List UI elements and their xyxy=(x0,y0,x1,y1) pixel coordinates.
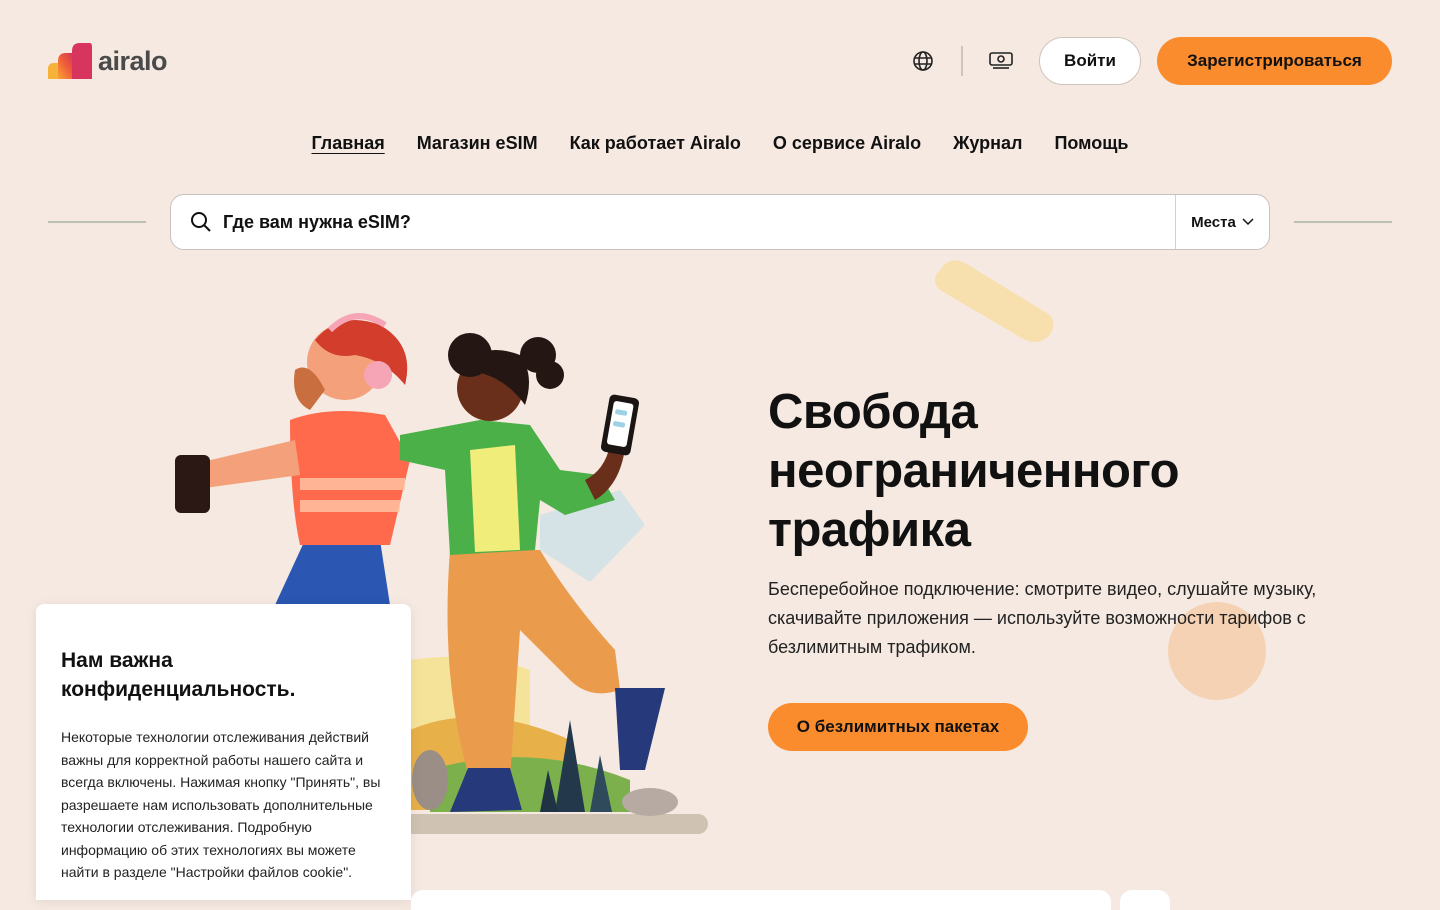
hero-title-line-3: трафика xyxy=(768,503,971,557)
cookie-banner: Нам важна конфиденциальность. Некоторые … xyxy=(36,604,411,900)
logo[interactable]: airalo xyxy=(48,42,168,80)
nav-item-about[interactable]: О сервисе Airalo xyxy=(773,133,921,154)
nav-item-esim-store[interactable]: Магазин eSIM xyxy=(417,133,538,154)
cookie-title: Нам важна конфиденциальность. xyxy=(61,649,296,701)
search-bar: Места xyxy=(170,194,1270,250)
decor-shape xyxy=(935,260,1054,342)
main-nav: Главная Магазин eSIM Как работает Airalo… xyxy=(0,133,1440,154)
globe-icon[interactable] xyxy=(909,47,937,75)
places-label: Места xyxy=(1191,213,1236,231)
login-button[interactable]: Войти xyxy=(1039,37,1141,85)
hero-title: Свобода неограниченного трафика xyxy=(768,383,1328,560)
airalo-logo-icon xyxy=(48,43,92,79)
nav-item-how-it-works[interactable]: Как работает Airalo xyxy=(570,133,741,154)
banknote-icon[interactable] xyxy=(987,47,1015,75)
hero-title-line-1: Свобода xyxy=(768,385,978,439)
nav-item-help[interactable]: Помощь xyxy=(1054,133,1128,154)
nav-item-blog[interactable]: Журнал xyxy=(953,133,1022,154)
search-decor-line-left xyxy=(48,221,146,223)
chevron-down-icon xyxy=(1242,218,1254,226)
search-input[interactable] xyxy=(221,210,1175,234)
unlimited-packages-button[interactable]: О безлимитных пакетах xyxy=(768,703,1028,751)
cookie-text: Некоторые технологии отслеживания действ… xyxy=(61,729,381,880)
header: airalo Войти Зарегистрироваться xyxy=(0,0,1440,120)
search-decor-line-right xyxy=(1294,221,1392,223)
header-divider xyxy=(961,46,963,76)
search-icon xyxy=(191,212,211,232)
signup-button[interactable]: Зарегистрироваться xyxy=(1157,37,1392,85)
hero-description: Бесперебойное подключение: смотрите виде… xyxy=(768,579,1317,657)
header-actions: Войти Зарегистрироваться xyxy=(909,37,1392,85)
bottom-card xyxy=(411,890,1111,910)
brand-name: airalo xyxy=(98,45,168,76)
nav-item-home[interactable]: Главная xyxy=(312,133,385,154)
hero-title-line-2: неограниченного xyxy=(768,444,1180,498)
places-dropdown[interactable]: Места xyxy=(1175,195,1269,249)
bottom-card-small xyxy=(1120,890,1170,910)
